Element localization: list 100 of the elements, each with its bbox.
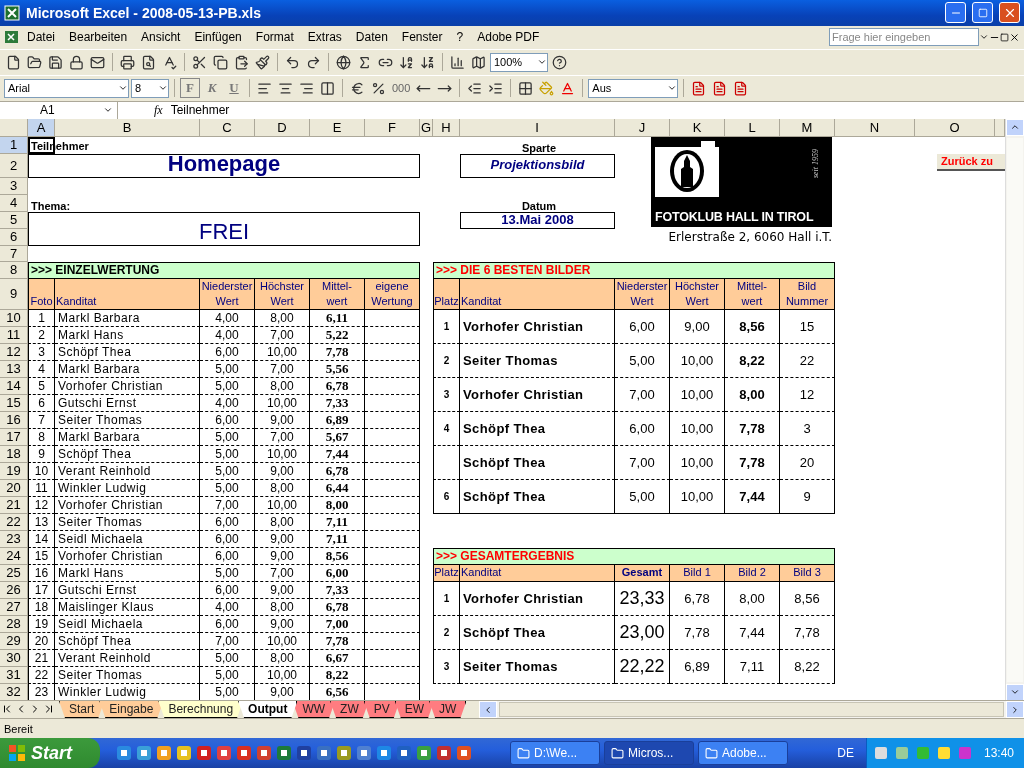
table-cell: 8,56 xyxy=(725,309,780,344)
app-launcher-icon[interactable] xyxy=(176,745,192,761)
app-launcher-icon[interactable] xyxy=(336,745,352,761)
table-cell: Vorhofer Christian xyxy=(55,547,200,565)
folder-icon xyxy=(705,746,718,760)
empty-cell xyxy=(433,445,460,480)
table-cell: Seidl Michaela xyxy=(55,530,200,548)
app-launcher-icon[interactable] xyxy=(276,745,292,761)
sheet-tab[interactable]: JW xyxy=(429,701,467,719)
menu-item[interactable]: Extras xyxy=(300,28,349,47)
table-cell: Markl Barbara xyxy=(55,428,200,446)
section-title: >>> DIE 6 BESTEN BILDER xyxy=(433,261,835,279)
table-cell: 5,00 xyxy=(200,428,255,446)
empty-cell xyxy=(365,343,420,361)
app-launcher-icon[interactable] xyxy=(296,745,312,761)
menu-item[interactable]: Adobe PDF xyxy=(470,28,547,47)
table-cell: 8,00 xyxy=(255,649,310,667)
bold-button[interactable]: F xyxy=(180,78,200,99)
table-cell: Markl Barbara xyxy=(55,360,200,378)
font-dropdown[interactable]: Arial xyxy=(4,78,129,98)
app-launcher-icon[interactable] xyxy=(456,745,472,761)
restore-button[interactable] xyxy=(972,2,993,24)
table-cell: 7,33 xyxy=(310,394,365,412)
category-value: Projektionsbild xyxy=(460,153,615,178)
taskbar-button[interactable]: D:\We... xyxy=(510,741,600,765)
app-launcher-icon[interactable] xyxy=(116,745,132,761)
table-cell: 8,00 xyxy=(255,377,310,395)
tray-icon xyxy=(935,745,952,761)
app-launcher-icon[interactable] xyxy=(156,745,172,761)
app-launcher-icon[interactable] xyxy=(136,745,152,761)
table-cell: 6,78 xyxy=(310,598,365,616)
mode-dropdown[interactable]: Aus xyxy=(588,78,679,98)
tray-icon xyxy=(914,745,931,761)
table-cell: 7,78 xyxy=(725,445,780,480)
italic-button[interactable]: K xyxy=(202,78,222,99)
rank-cell: 2 xyxy=(433,343,460,378)
thousands-button[interactable]: 000 xyxy=(390,80,413,97)
menu-item[interactable]: Ansicht xyxy=(134,28,188,47)
restore-icon[interactable] xyxy=(1000,32,1009,42)
table-cell: Seiter Thomas xyxy=(55,411,200,429)
table-cell: Schöpf Thea xyxy=(55,632,200,650)
app-launcher-icon[interactable] xyxy=(436,745,452,761)
app-launcher-icon[interactable] xyxy=(376,745,392,761)
column-heading: Kanditat xyxy=(55,278,200,310)
table-cell: 7,78 xyxy=(310,343,365,361)
font-size-dropdown[interactable]: 8 xyxy=(131,78,169,98)
table-cell: 5,00 xyxy=(200,479,255,497)
table-cell: Gutschi Ernst xyxy=(55,394,200,412)
close-icon[interactable] xyxy=(1009,31,1020,43)
table-cell: 9 xyxy=(780,479,835,514)
scroll-right-button[interactable] xyxy=(1006,701,1024,719)
menu-item[interactable]: Fenster xyxy=(394,28,450,47)
formula-field[interactable]: Teilnehmer xyxy=(170,103,230,118)
app-launcher-icon[interactable] xyxy=(316,745,332,761)
table-cell: Vorhofer Christian xyxy=(460,309,615,344)
menu-item[interactable]: Daten xyxy=(348,28,395,47)
sheet-tab[interactable]: Output xyxy=(238,701,298,719)
minimize-button[interactable] xyxy=(945,2,966,24)
menu-item[interactable]: Einfügen xyxy=(187,28,249,47)
table-cell: 5 xyxy=(28,377,55,395)
table-cell: 9,00 xyxy=(255,581,310,599)
menu-item[interactable]: Format xyxy=(248,28,301,47)
app-launcher-icon[interactable] xyxy=(256,745,272,761)
underline-button[interactable]: U xyxy=(224,78,244,99)
rank-cell: 3 xyxy=(433,649,460,684)
table-cell: Seiter Thomas xyxy=(460,649,615,684)
help-search-field[interactable]: Frage hier eingeben xyxy=(829,28,979,47)
table-cell: 6,00 xyxy=(200,411,255,429)
menu-item[interactable]: Bearbeiten xyxy=(62,28,135,47)
table-cell: 23,00 xyxy=(615,615,670,650)
taskbar-button[interactable]: Micros... xyxy=(604,741,694,765)
table-cell: 7,78 xyxy=(670,615,725,650)
menu-item[interactable]: ? xyxy=(449,28,471,47)
table-cell: Markl Hans xyxy=(55,326,200,344)
table-cell: 3 xyxy=(28,343,55,361)
taskbar-button[interactable]: Adobe... xyxy=(698,741,788,765)
start-button[interactable]: Start xyxy=(0,738,100,768)
app-launcher-icon[interactable] xyxy=(236,745,252,761)
table-cell: 7,00 xyxy=(255,360,310,378)
table-cell: 6,00 xyxy=(310,564,365,582)
table-cell: 19 xyxy=(28,615,55,633)
empty-cell xyxy=(365,530,420,548)
close-button[interactable] xyxy=(999,2,1020,24)
table-cell: 12 xyxy=(780,377,835,412)
empty-cell xyxy=(365,326,420,344)
app-launcher-icon[interactable] xyxy=(416,745,432,761)
row-header[interactable]: 2 xyxy=(0,153,28,178)
table-cell: Markl Hans xyxy=(55,564,200,582)
table-cell: 11 xyxy=(28,479,55,497)
table-cell: 8,00 xyxy=(255,513,310,531)
app-launcher-icon[interactable] xyxy=(356,745,372,761)
menu-item[interactable]: Datei xyxy=(20,28,62,47)
zoom-dropdown[interactable]: 100% xyxy=(490,52,548,72)
table-cell: 5,00 xyxy=(200,377,255,395)
app-launcher-icon[interactable] xyxy=(216,745,232,761)
table-cell: 6,78 xyxy=(670,581,725,616)
app-launcher-icon[interactable] xyxy=(196,745,212,761)
table-cell: Schöpf Thea xyxy=(460,479,615,514)
app-launcher-icon[interactable] xyxy=(396,745,412,761)
row-header[interactable]: 9 xyxy=(0,278,28,310)
